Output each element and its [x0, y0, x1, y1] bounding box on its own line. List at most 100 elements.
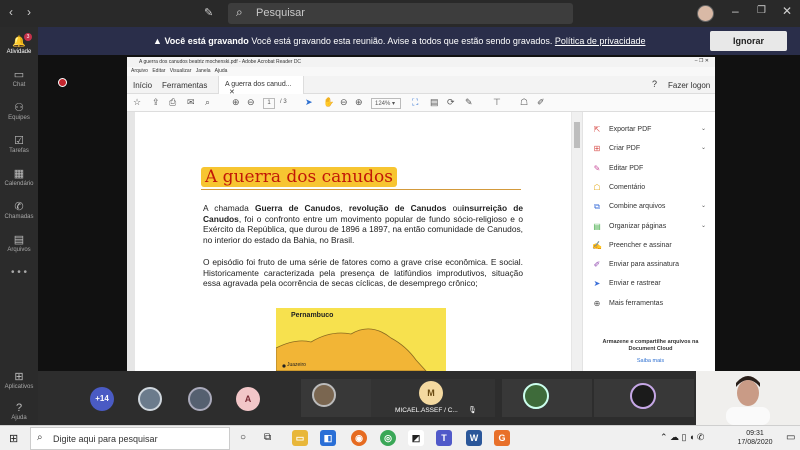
menu-item-ajuda[interactable]: Ajuda: [215, 68, 228, 74]
acrobat-tools-pane: ⇱ Exportar PDF ⌄ ⊞ Criar PDF ⌄ ✎ Editar PDF ☖ Com…: [582, 112, 715, 371]
maximize-icon[interactable]: ❐: [757, 5, 766, 16]
rotate-icon[interactable]: ⟳: [447, 97, 455, 108]
activity-badge: 3: [24, 33, 32, 41]
phone-icon: ✆: [14, 201, 24, 213]
notifications-icon[interactable]: ▭: [786, 432, 795, 443]
compose-icon[interactable]: ✎: [204, 6, 213, 19]
participant-avatar-photo[interactable]: [188, 387, 212, 411]
zoom-level-select[interactable]: 124% ▾: [371, 98, 401, 109]
rail-more-icon[interactable]: • • •: [0, 267, 38, 278]
windows-start-icon[interactable]: ⊞: [9, 432, 18, 445]
participant-avatar-photo: [630, 383, 656, 409]
teams-app-rail: 🔔 Atividade 3 ▭ Chat ⚇ Equipes ☑ Tarefas…: [0, 27, 38, 425]
task-view-icon[interactable]: ⧉: [264, 432, 271, 443]
menu-item-editar[interactable]: Editar: [152, 68, 165, 74]
chevron-down-icon[interactable]: ⌄: [701, 144, 706, 151]
recording-banner: ▲ Você está gravando Você está gravando …: [38, 27, 800, 55]
tab-document[interactable]: A guerra dos canud... ✕: [218, 76, 304, 96]
document-scrollbar[interactable]: [572, 112, 582, 371]
stamp-icon[interactable]: ⊤: [493, 97, 501, 108]
canudos-map-image: Pernambuco Juazeiro: [276, 308, 446, 371]
self-camera-tile[interactable]: [696, 371, 800, 425]
participant-avatar-photo[interactable]: [138, 387, 162, 411]
learn-more-link[interactable]: Saiba mais: [593, 358, 708, 364]
save-icon[interactable]: ☆: [133, 97, 141, 108]
page-up-icon[interactable]: ⊕: [232, 97, 240, 108]
participant-tile[interactable]: [502, 379, 592, 417]
rail-item-calendar[interactable]: ▦ Calendário: [0, 167, 38, 187]
minimize-icon[interactable]: –: [732, 4, 739, 18]
upload-icon[interactable]: ⇪: [152, 97, 160, 108]
print-icon[interactable]: ⎙: [169, 97, 176, 108]
menu-item-janela[interactable]: Janela: [196, 68, 211, 74]
rail-item-tasks[interactable]: ☑ Tarefas: [0, 134, 38, 154]
firefox-icon[interactable]: ◉: [351, 430, 367, 446]
cortana-icon[interactable]: ○: [240, 432, 246, 443]
help-circle-icon[interactable]: ?: [652, 79, 657, 89]
word-icon[interactable]: W: [466, 430, 482, 446]
export-pdf-icon: ⇱: [593, 125, 601, 134]
comment-tool-icon[interactable]: ☖: [520, 97, 528, 108]
rail-item-help[interactable]: ? Ajuda: [0, 402, 38, 421]
rail-item-chat[interactable]: ▭ Chat: [0, 68, 38, 88]
tool-item-label: Criar PDF: [609, 145, 641, 153]
sign-icon[interactable]: ✎: [465, 97, 473, 108]
tool-item-label: Comentário: [609, 183, 646, 191]
fill-sign-icon: ✍: [592, 240, 602, 250]
teams-taskbar-icon[interactable]: T: [436, 430, 452, 446]
window-controls-icon[interactable]: – ❐ ✕: [695, 58, 709, 64]
chrome-icon[interactable]: ◎: [380, 430, 396, 446]
participant-tile-speaker[interactable]: M MICAEL.ASSEF / C... 🎙: [371, 379, 495, 417]
taskbar-clock[interactable]: 09:31 17/08/2020: [730, 429, 780, 447]
teams-search-input[interactable]: ⌕ Pesquisar: [228, 3, 573, 24]
close-icon[interactable]: ✕: [782, 4, 792, 18]
rail-item-apps[interactable]: ⊞ Aplicativos: [0, 370, 38, 390]
zoom-in-icon[interactable]: ⊕: [355, 97, 363, 108]
tasks-icon: ☑: [14, 135, 24, 147]
rail-item-files[interactable]: ▤ Arquivos: [0, 233, 38, 253]
email-icon[interactable]: ✉: [187, 97, 195, 108]
select-cursor-icon[interactable]: ➤: [305, 97, 313, 108]
participant-tile[interactable]: [594, 379, 694, 417]
tab-home[interactable]: Início: [133, 81, 152, 90]
file-explorer-icon[interactable]: ▭: [292, 430, 308, 446]
chevron-down-icon[interactable]: ⌄: [701, 202, 706, 209]
title-underline: [201, 189, 521, 190]
search-doc-icon[interactable]: ⌕: [205, 97, 210, 108]
warning-icon: ▲: [153, 36, 162, 46]
privacy-policy-link[interactable]: Política de privacidade: [555, 36, 646, 46]
participant-avatar-initial[interactable]: A: [236, 387, 260, 411]
combine-icon: ⧉: [594, 202, 600, 212]
scroll-mode-icon[interactable]: ▤: [430, 97, 439, 108]
user-avatar[interactable]: [697, 5, 714, 22]
more-participants-badge[interactable]: +14: [90, 387, 114, 411]
tab-tools[interactable]: Ferramentas: [162, 81, 207, 90]
taskbar-search-input[interactable]: ⌕ Digite aqui para pesquisar: [30, 427, 230, 450]
zoom-out-icon[interactable]: ⊖: [340, 97, 348, 108]
system-tray-icons[interactable]: ⌃ ☁ ▯ ◖ ✆: [660, 432, 704, 443]
rail-item-teams[interactable]: ⚇ Equipes: [0, 101, 38, 121]
menu-item-arquivo[interactable]: Arquivo: [131, 68, 148, 74]
back-arrow-icon[interactable]: ‹: [9, 5, 13, 19]
page-number-input[interactable]: 1: [263, 98, 275, 109]
apps-icon: ⊞: [14, 371, 24, 383]
menu-item-visualizar[interactable]: Visualizar: [170, 68, 192, 74]
rail-item-activity[interactable]: 🔔 Atividade 3: [0, 33, 38, 55]
rail-item-calls[interactable]: ✆ Chamadas: [0, 200, 38, 220]
chevron-down-icon[interactable]: ⌄: [701, 125, 706, 132]
page-total: / 3: [280, 99, 287, 105]
draw-tool-icon[interactable]: ✐: [537, 97, 545, 108]
app-icon[interactable]: G: [494, 430, 510, 446]
document-viewport[interactable]: A guerra dos canudos A chamada Guerra de…: [127, 112, 582, 371]
chevron-down-icon[interactable]: ⌄: [701, 222, 706, 229]
ignore-button[interactable]: Ignorar: [710, 31, 787, 51]
fit-page-icon[interactable]: ⛶: [412, 97, 418, 108]
sign-in-link[interactable]: Fazer logon: [668, 81, 710, 90]
store-icon[interactable]: ◧: [320, 430, 336, 446]
page-down-icon[interactable]: ⊖: [247, 97, 255, 108]
tool-item-label: Mais ferramentas: [609, 299, 664, 307]
hand-tool-icon[interactable]: ✋: [323, 97, 334, 108]
forward-arrow-icon[interactable]: ›: [27, 5, 31, 19]
scrollbar-thumb[interactable]: [574, 122, 580, 148]
paint-icon[interactable]: ◩: [408, 430, 424, 446]
